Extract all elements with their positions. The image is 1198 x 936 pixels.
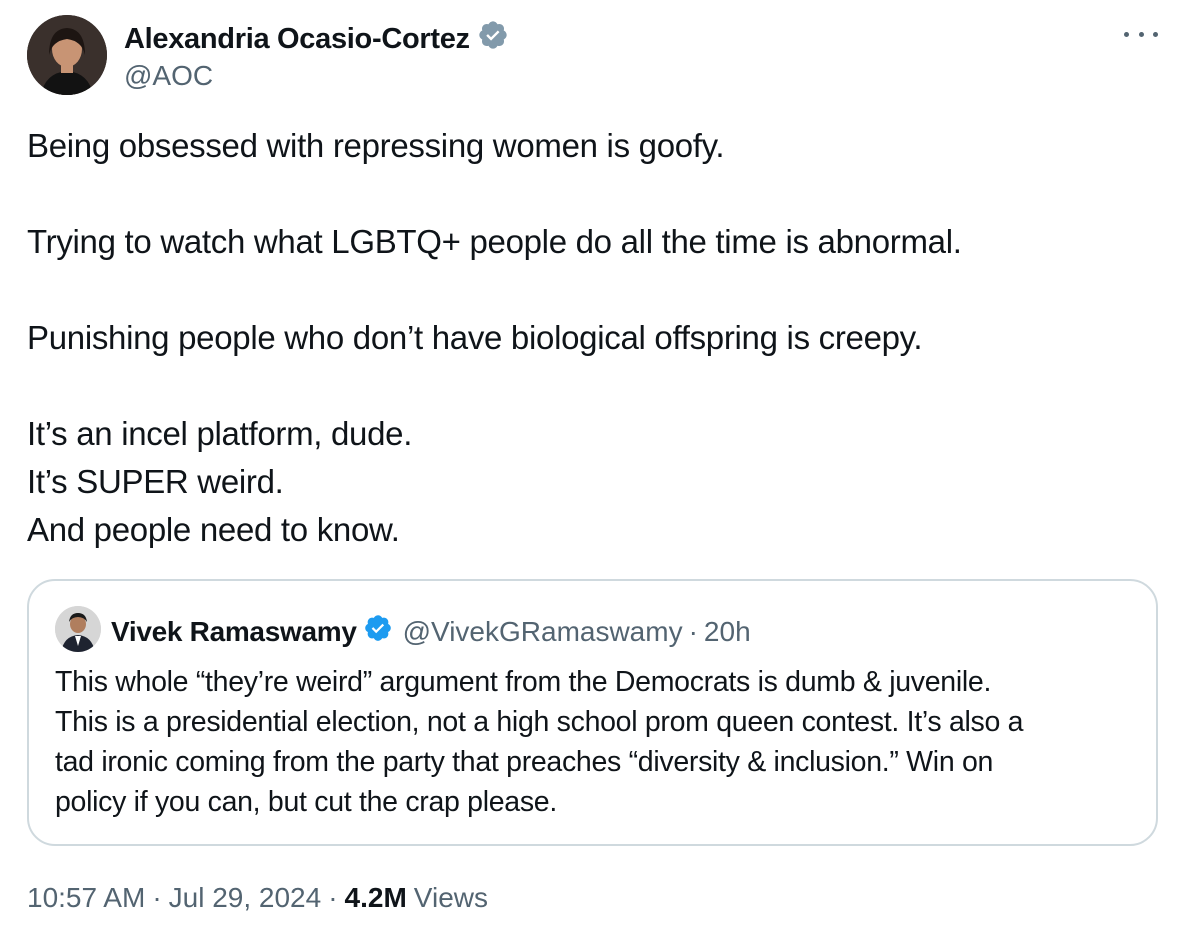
tweet-date[interactable]: Jul 29, 2024 [169, 882, 322, 914]
quoted-timestamp[interactable]: 20h [704, 616, 751, 648]
quoted-author-handle[interactable]: @VivekGRamaswamy [403, 616, 683, 648]
tweet-paragraph: And people need to know. [27, 511, 400, 548]
tweet-paragraph: It’s SUPER weird. [27, 463, 284, 500]
separator-dot: · [688, 615, 698, 647]
quoted-header: Vivek Ramaswamy @VivekGRamaswamy · 20h [111, 613, 751, 650]
more-options-icon[interactable] [1124, 22, 1158, 46]
more-dot [1138, 31, 1144, 37]
more-dot [1124, 31, 1129, 37]
tweet-paragraph: Trying to watch what LGBTQ+ people do al… [27, 223, 962, 260]
views-count[interactable]: 4.2M [345, 882, 407, 914]
author-avatar-image [27, 15, 107, 95]
separator-dot: · [152, 882, 162, 913]
verified-badge-icon[interactable] [363, 613, 393, 650]
quoted-text-line: tad ironic coming from the party that pr… [55, 746, 994, 778]
separator-dot: · [328, 882, 338, 913]
quoted-text-line: This whole “they’re weird” argument from… [55, 666, 992, 698]
author-name-row[interactable]: Alexandria Ocasio-Cortez [124, 19, 509, 59]
author-name[interactable]: Alexandria Ocasio-Cortez [124, 23, 470, 56]
author-handle[interactable]: @AOC [124, 60, 213, 92]
tweet-time[interactable]: 10:57 AM [27, 882, 145, 914]
tweet-paragraph: Punishing people who don’t have biologic… [27, 319, 923, 356]
quoted-author-name[interactable]: Vivek Ramaswamy [111, 616, 357, 648]
verified-badge-icon[interactable] [477, 19, 509, 59]
quoted-tweet-card[interactable]: Vivek Ramaswamy @VivekGRamaswamy · 20h T… [27, 579, 1158, 846]
quoted-author-avatar[interactable] [55, 606, 101, 652]
quoted-text-line: policy if you can, but cut the crap plea… [55, 786, 557, 818]
more-dot [1153, 31, 1158, 37]
quoted-text-line: This is a presidential election, not a h… [55, 706, 1024, 738]
tweet-meta: 10:57 AM · Jul 29, 2024 · 4.2M Views [27, 882, 488, 914]
quoted-avatar-image [55, 606, 101, 652]
tweet-paragraph: It’s an incel platform, dude. [27, 415, 413, 452]
author-avatar[interactable] [27, 15, 107, 95]
views-label[interactable]: Views [414, 882, 488, 914]
tweet-paragraph: Being obsessed with repressing women is … [27, 127, 725, 164]
